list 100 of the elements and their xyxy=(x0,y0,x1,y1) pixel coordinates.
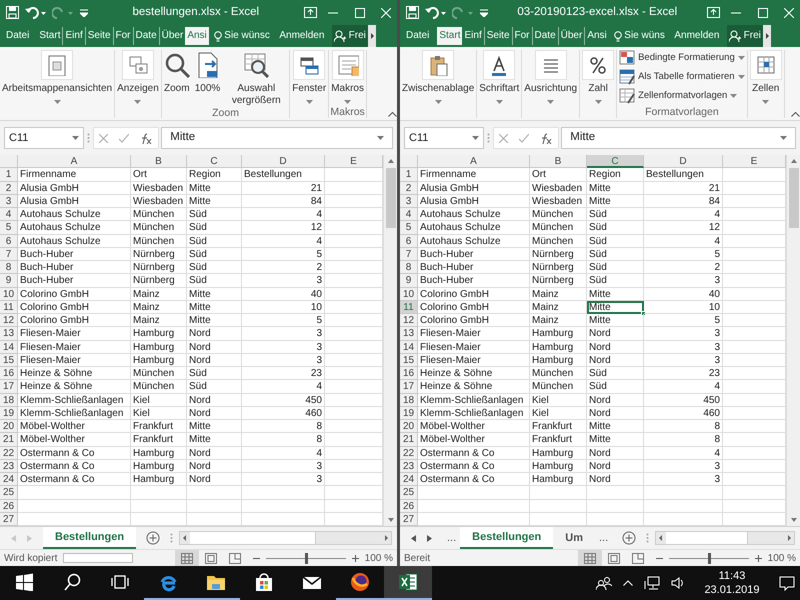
ribbon-button[interactable]: Auswahl vergrößern xyxy=(224,50,288,107)
caret-icon[interactable] xyxy=(780,136,787,140)
ribbon-tab[interactable]: Über xyxy=(558,27,584,45)
ribbon-button[interactable]: Als Tabelle formatieren xyxy=(618,68,746,85)
row-header[interactable]: 16 xyxy=(400,367,418,380)
next-sheet-icon[interactable] xyxy=(427,534,432,542)
column-header[interactable]: C xyxy=(587,155,644,168)
row-header[interactable]: 21 xyxy=(0,433,18,446)
enter-check-icon[interactable] xyxy=(519,134,529,142)
chevron-up-icon[interactable] xyxy=(623,580,634,586)
name-box[interactable]: C11 xyxy=(404,127,484,149)
row-header[interactable]: 22 xyxy=(400,446,418,460)
caret-icon[interactable] xyxy=(72,136,79,140)
ribbon-button[interactable]: Zellen xyxy=(748,50,783,118)
row-header[interactable]: 25 xyxy=(400,486,418,500)
caret-icon[interactable] xyxy=(54,100,61,104)
enter-check-icon[interactable] xyxy=(119,134,129,142)
caret-icon[interactable] xyxy=(496,100,503,104)
zoom-level-text[interactable]: 100 % xyxy=(768,550,796,566)
formula-field[interactable]: Mitte xyxy=(161,127,393,149)
ribbon-tab[interactable]: Ansi xyxy=(584,27,609,45)
row-header[interactable]: 22 xyxy=(0,446,18,460)
row-header[interactable]: 5 xyxy=(400,221,418,234)
ribbon-display-options-icon[interactable] xyxy=(707,7,720,18)
insert-function-icon[interactable] xyxy=(140,132,152,144)
column-header[interactable]: D xyxy=(644,155,723,168)
row-header[interactable]: 26 xyxy=(400,500,418,513)
row-header[interactable]: 5 xyxy=(0,221,18,234)
ribbon-tab[interactable]: Ansi xyxy=(185,27,209,45)
network-icon[interactable] xyxy=(644,576,660,590)
ribbon-tab[interactable]: For xyxy=(512,27,532,45)
row-header[interactable]: 9 xyxy=(400,274,418,288)
row-header[interactable]: 7 xyxy=(400,248,418,261)
row-header[interactable]: 14 xyxy=(400,340,418,354)
row-header[interactable]: 18 xyxy=(0,394,18,407)
share-button[interactable]: Frei xyxy=(332,25,368,47)
task-view-icon[interactable] xyxy=(110,573,130,591)
ribbon-tab[interactable]: Seite xyxy=(484,27,512,45)
caret-icon[interactable] xyxy=(730,94,738,98)
row-header[interactable]: 19 xyxy=(0,406,18,420)
row-header[interactable]: 20 xyxy=(400,420,418,434)
row-header[interactable]: 14 xyxy=(0,340,18,354)
ribbon-tab[interactable]: Start xyxy=(437,27,462,45)
zoom-level-text[interactable]: 100 % xyxy=(364,550,393,566)
sign-in-link[interactable]: Anmelden xyxy=(672,27,722,45)
collapse-ribbon-icon[interactable] xyxy=(791,111,800,118)
row-header[interactable]: 8 xyxy=(0,261,18,274)
add-sheet-icon[interactable] xyxy=(622,531,636,545)
caret-icon[interactable] xyxy=(377,136,384,140)
caret-icon[interactable] xyxy=(344,100,352,104)
ribbon-button[interactable]: Zoom xyxy=(162,50,191,107)
name-box[interactable]: C11 xyxy=(4,127,84,149)
scrollbar-thumb[interactable] xyxy=(190,532,316,544)
collapse-ribbon-icon[interactable] xyxy=(388,111,397,118)
ribbon-button[interactable]: 100% xyxy=(194,50,222,107)
save-icon[interactable] xyxy=(406,6,419,19)
tell-me-search[interactable]: Sie wünsc xyxy=(212,27,272,45)
search-icon[interactable] xyxy=(63,573,81,591)
row-header[interactable]: 10 xyxy=(400,288,418,301)
previous-sheet-icon[interactable] xyxy=(411,534,416,542)
row-header[interactable]: 1 xyxy=(0,168,18,182)
zoom-in-icon[interactable] xyxy=(352,554,360,562)
sign-in-link[interactable]: Anmelden xyxy=(277,27,326,45)
row-header[interactable]: 27 xyxy=(400,512,418,526)
row-header[interactable]: 27 xyxy=(0,512,18,526)
caret-icon[interactable] xyxy=(306,100,313,104)
add-sheet-icon[interactable] xyxy=(146,531,160,545)
row-header[interactable]: 17 xyxy=(0,380,18,394)
row-header[interactable]: 4 xyxy=(0,208,18,222)
ribbon-button[interactable]: Bedingte Formatierung xyxy=(618,50,746,66)
row-header[interactable]: 18 xyxy=(400,394,418,407)
start-icon[interactable] xyxy=(15,573,33,591)
tell-me-search[interactable]: Sie wüns xyxy=(612,27,667,45)
row-header[interactable]: 23 xyxy=(400,460,418,473)
row-header[interactable]: 24 xyxy=(0,473,18,486)
scrollbar-thumb[interactable] xyxy=(666,532,748,544)
notification-icon[interactable] xyxy=(778,575,794,591)
clock-date[interactable]: 23.01.2019 xyxy=(704,583,760,597)
ribbon-tab[interactable]: Einf xyxy=(62,27,85,45)
column-header[interactable]: A xyxy=(418,155,530,168)
row-header[interactable]: 21 xyxy=(400,433,418,446)
caret-icon[interactable] xyxy=(547,100,554,104)
row-header[interactable]: 7 xyxy=(0,248,18,261)
column-header[interactable]: E xyxy=(723,155,786,168)
row-header[interactable]: 15 xyxy=(0,354,18,367)
ribbon-button[interactable]: Makros xyxy=(330,50,365,106)
more-sheets-button[interactable]: ... xyxy=(443,527,460,549)
formula-field[interactable]: Mitte xyxy=(561,127,796,149)
row-header[interactable]: 13 xyxy=(400,327,418,340)
row-header[interactable]: 23 xyxy=(0,460,18,473)
caret-icon[interactable] xyxy=(738,74,745,79)
quick-access-menu-icon[interactable] xyxy=(80,8,88,16)
volume-icon[interactable] xyxy=(671,577,686,589)
column-header[interactable]: C xyxy=(187,155,242,168)
ribbon-button[interactable]: Zwischenablage xyxy=(401,50,476,118)
row-header[interactable]: 10 xyxy=(0,288,18,301)
scrollbar-thumb[interactable] xyxy=(386,168,396,228)
view-button[interactable] xyxy=(578,550,602,566)
ribbon-tab[interactable]: Datei xyxy=(404,27,432,45)
close-icon[interactable] xyxy=(381,8,391,18)
